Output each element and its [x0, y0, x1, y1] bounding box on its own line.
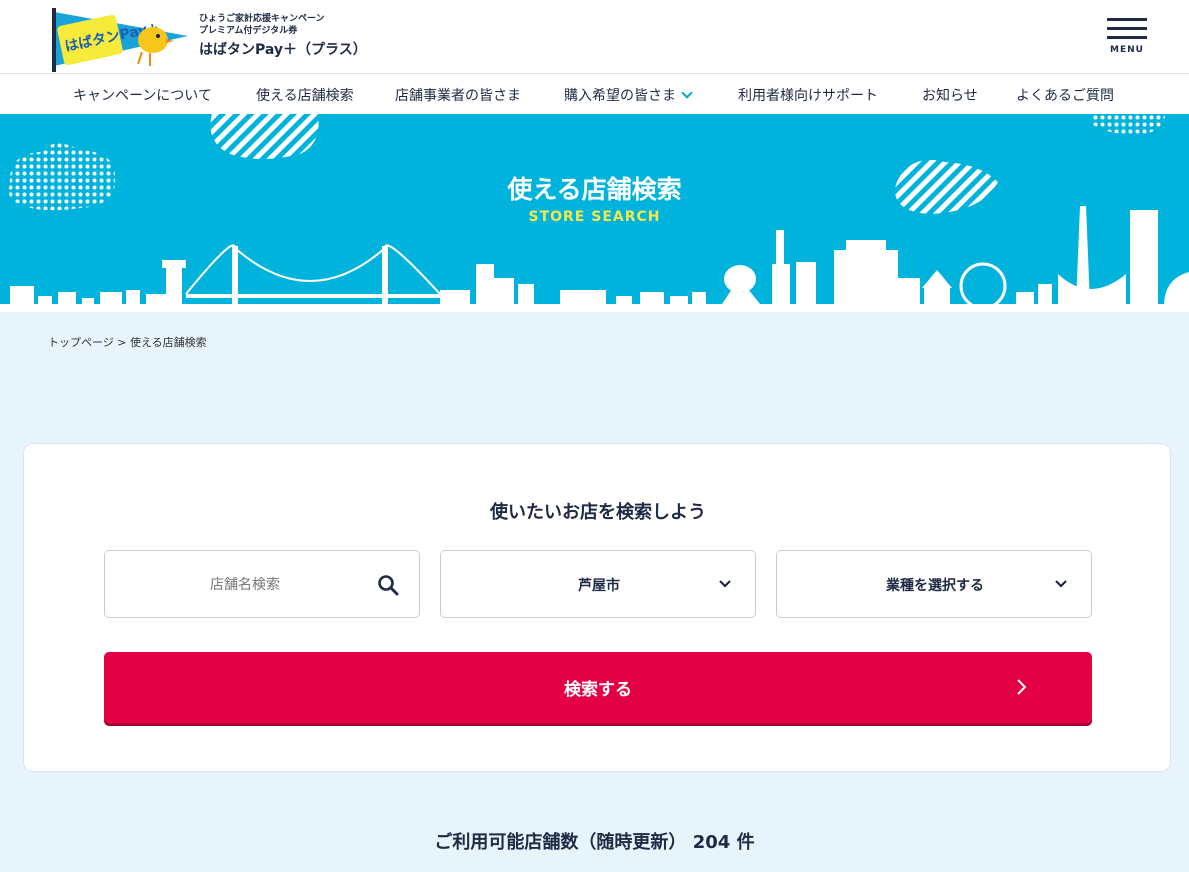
chevron-down-icon — [719, 580, 731, 588]
hero-banner: 使える店舗検索 STORE SEARCH — [0, 114, 1189, 312]
category-select[interactable]: 業種を選択する — [776, 550, 1092, 618]
search-card: 使いたいお店を検索しよう 芦屋市 業種を選択する 検索する — [23, 443, 1171, 772]
city-select[interactable]: 芦屋市 — [440, 550, 756, 618]
global-nav: キャンペーンについて 使える店舗検索 店舗事業者の皆さま 購入希望の皆さま 利用… — [0, 74, 1189, 114]
store-name-search-field[interactable] — [104, 550, 420, 618]
category-select-value: 業種を選択する — [886, 578, 984, 594]
breadcrumb-current: 使える店舗検索 — [130, 336, 207, 349]
store-count-unit: 件 — [736, 832, 755, 853]
search-submit-label: 検索する — [564, 680, 632, 700]
search-submit-button[interactable]: 検索する — [104, 652, 1092, 723]
breadcrumb-home-link[interactable]: トップページ — [48, 336, 114, 349]
search-icon[interactable] — [377, 574, 399, 596]
page-subtitle: STORE SEARCH — [528, 209, 661, 225]
breadcrumb: トップページ > 使える店舗検索 — [48, 334, 207, 350]
menu-label: MENU — [1110, 45, 1144, 55]
chevron-down-icon — [1055, 580, 1067, 588]
store-count-value: 204 — [692, 832, 731, 853]
breadcrumb-separator: > — [113, 336, 130, 349]
logo[interactable]: はばタンPay+ — [50, 6, 188, 72]
menu-button[interactable]: MENU — [1105, 18, 1149, 58]
search-title: 使いたいお店を検索しよう — [490, 502, 706, 523]
nav-item-store-search[interactable]: 使える店舗検索 — [256, 85, 354, 105]
site-title: はばタンPay＋（プラス） — [199, 42, 367, 58]
site-header: はばタンPay+ ひょうご家計応援キャンペーン プレミアム付デジタル券 はばタン… — [0, 0, 1189, 74]
logo-text-block: ひょうご家計応援キャンペーン プレミアム付デジタル券 はばタンPay＋（プラス） — [199, 13, 367, 60]
nav-item-news[interactable]: お知らせ — [922, 85, 978, 105]
city-select-value: 芦屋市 — [578, 578, 620, 594]
store-name-input[interactable] — [125, 573, 365, 597]
menu-icon — [1107, 18, 1147, 21]
chevron-down-icon — [681, 87, 693, 99]
logo-subtitle-2: プレミアム付デジタル券 — [199, 26, 298, 36]
store-count-label: ご利用可能店舗数（随時更新） — [434, 832, 687, 853]
logo-subtitle-1: ひょうご家計応援キャンペーン — [199, 14, 325, 24]
store-count: ご利用可能店舗数（随時更新） 204 件 — [0, 828, 1189, 854]
nav-item-support[interactable]: 利用者様向けサポート — [738, 85, 878, 105]
page-title: 使える店舗検索 — [507, 175, 682, 204]
nav-item-campaign[interactable]: キャンペーンについて — [73, 85, 212, 105]
chevron-right-icon — [1017, 679, 1027, 695]
nav-item-merchants[interactable]: 店舗事業者の皆さま — [395, 85, 521, 105]
nav-item-purchasers[interactable]: 購入希望の皆さま — [564, 85, 693, 105]
nav-item-faq[interactable]: よくあるご質問 — [1016, 85, 1114, 105]
